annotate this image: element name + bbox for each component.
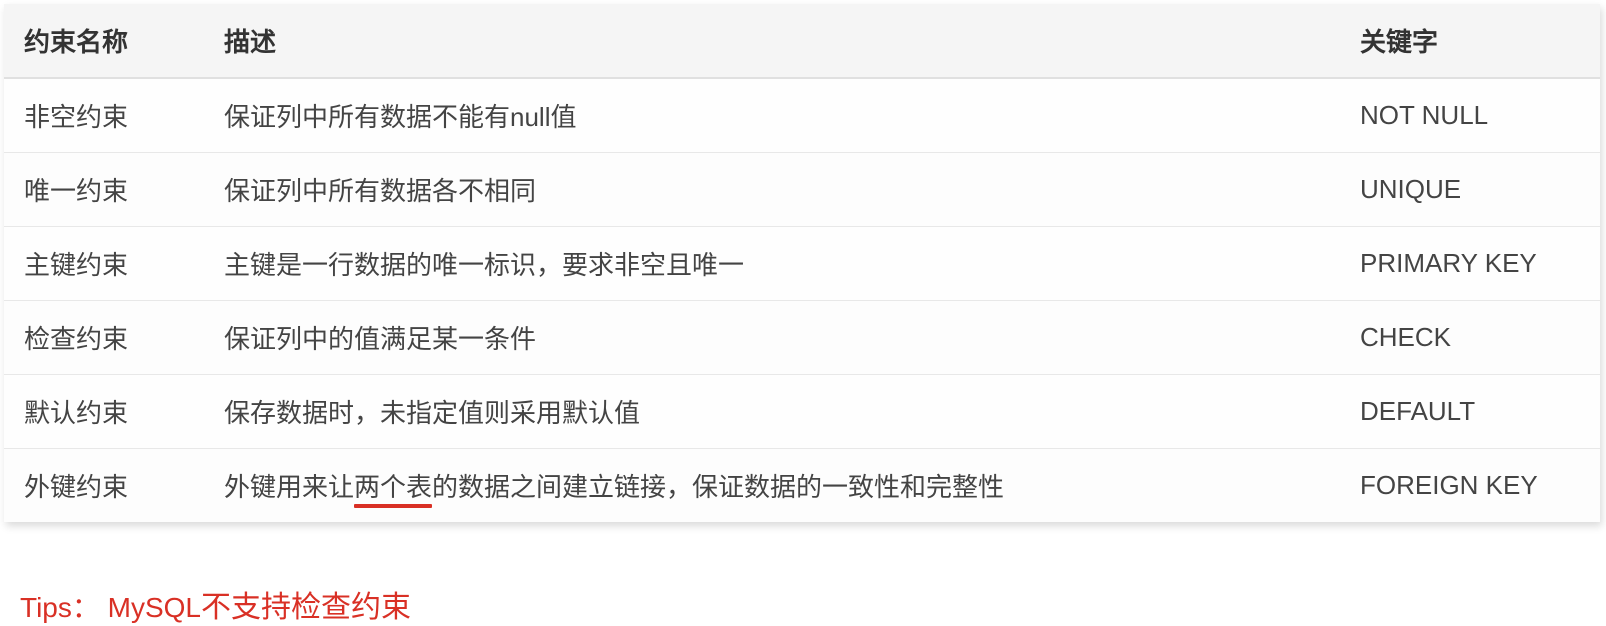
cell-desc: 保证列中所有数据不能有null值: [204, 78, 1340, 153]
table-row: 检查约束 保证列中的值满足某一条件 CHECK: [4, 301, 1600, 375]
cell-keyword: FOREIGN KEY: [1340, 449, 1600, 523]
cell-name: 唯一约束: [4, 153, 204, 227]
table-row: 默认约束 保存数据时，未指定值则采用默认值 DEFAULT: [4, 375, 1600, 449]
header-desc: 描述: [204, 4, 1340, 78]
cell-keyword: CHECK: [1340, 301, 1600, 375]
constraints-table: 约束名称 描述 关键字 非空约束 保证列中所有数据不能有null值 NOT NU…: [4, 4, 1600, 522]
cell-desc: 保证列中所有数据各不相同: [204, 153, 1340, 227]
desc-post: 的数据之间建立链接，保证数据的一致性和完整性: [432, 472, 1004, 502]
cell-keyword: PRIMARY KEY: [1340, 227, 1600, 301]
cell-desc: 保存数据时，未指定值则采用默认值: [204, 375, 1340, 449]
tips-text: Tips： MySQL不支持检查约束: [20, 582, 1606, 626]
cell-keyword: UNIQUE: [1340, 153, 1600, 227]
tips-main: MySQL: [108, 592, 201, 623]
desc-pre: 外键用来让: [224, 472, 354, 502]
cell-keyword: DEFAULT: [1340, 375, 1600, 449]
cell-name: 外键约束: [4, 449, 204, 523]
table-row: 外键约束 外键用来让两个表的数据之间建立链接，保证数据的一致性和完整性 FORE…: [4, 449, 1600, 523]
desc-underlined: 两个表: [354, 467, 432, 504]
header-keyword: 关键字: [1340, 4, 1600, 78]
cell-desc: 外键用来让两个表的数据之间建立链接，保证数据的一致性和完整性: [204, 449, 1340, 523]
cell-name: 非空约束: [4, 78, 204, 153]
cell-name: 主键约束: [4, 227, 204, 301]
constraints-table-container: 约束名称 描述 关键字 非空约束 保证列中所有数据不能有null值 NOT NU…: [4, 4, 1600, 522]
tips-rest: 不支持检查约束: [201, 591, 411, 624]
cell-name: 检查约束: [4, 301, 204, 375]
table-header-row: 约束名称 描述 关键字: [4, 4, 1600, 78]
table-row: 非空约束 保证列中所有数据不能有null值 NOT NULL: [4, 78, 1600, 153]
tips-prefix: Tips：: [20, 592, 108, 623]
table-row: 主键约束 主键是一行数据的唯一标识，要求非空且唯一 PRIMARY KEY: [4, 227, 1600, 301]
header-name: 约束名称: [4, 4, 204, 78]
cell-keyword: NOT NULL: [1340, 78, 1600, 153]
cell-desc: 保证列中的值满足某一条件: [204, 301, 1340, 375]
table-row: 唯一约束 保证列中所有数据各不相同 UNIQUE: [4, 153, 1600, 227]
cell-name: 默认约束: [4, 375, 204, 449]
cell-desc: 主键是一行数据的唯一标识，要求非空且唯一: [204, 227, 1340, 301]
